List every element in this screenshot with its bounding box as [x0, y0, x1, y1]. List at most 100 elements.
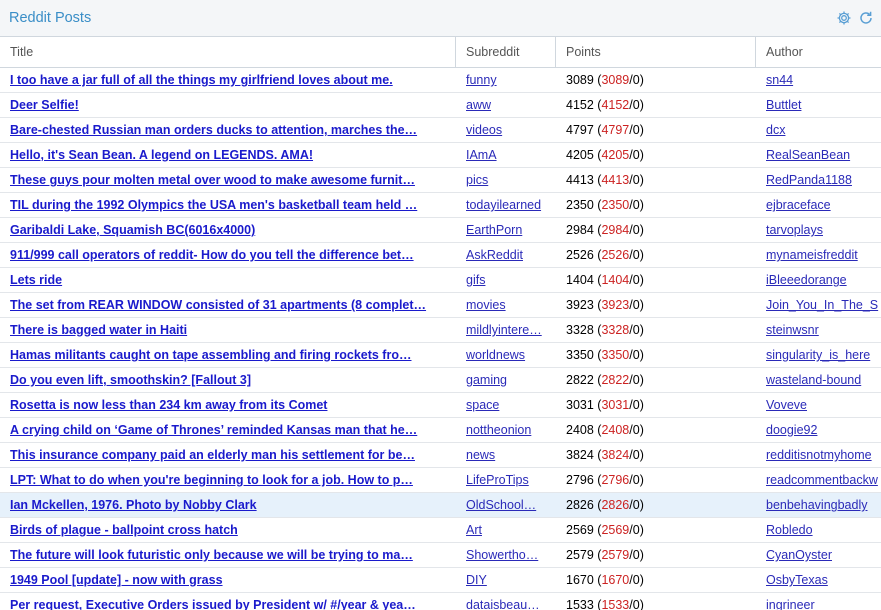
table-row[interactable]: Hamas militants caught on tape assemblin… — [0, 343, 881, 368]
table-row[interactable]: This insurance company paid an elderly m… — [0, 443, 881, 468]
subreddit-link[interactable]: videos — [466, 123, 502, 137]
author-cell: OsbyTexas — [756, 568, 881, 592]
column-header-subreddit[interactable]: Subreddit — [456, 37, 556, 67]
author-link[interactable]: sn44 — [766, 73, 793, 87]
table-row[interactable]: I too have a jar full of all the things … — [0, 68, 881, 93]
points-ups: 2796 — [601, 473, 630, 487]
post-title-link[interactable]: Do you even lift, smoothskin? [Fallout 3… — [10, 373, 251, 387]
subreddit-link[interactable]: space — [466, 398, 499, 412]
author-link[interactable]: redditisnotmyhome — [766, 448, 872, 462]
subreddit-link[interactable]: Art — [466, 523, 482, 537]
subreddit-link[interactable]: Showertho… — [466, 548, 538, 562]
author-link[interactable]: CyanOyster — [766, 548, 832, 562]
post-title-link[interactable]: Rosetta is now less than 234 km away fro… — [10, 398, 327, 412]
post-title-link[interactable]: Ian Mckellen, 1976. Photo by Nobby Clark — [10, 498, 257, 512]
subreddit-link[interactable]: OldSchool… — [466, 498, 536, 512]
author-link[interactable]: mynameisfreddit — [766, 248, 858, 262]
author-link[interactable]: wasteland-bound — [766, 373, 861, 387]
table-row[interactable]: A crying child on ‘Game of Thrones’ remi… — [0, 418, 881, 443]
subreddit-link[interactable]: gaming — [466, 373, 507, 387]
table-row[interactable]: There is bagged water in Haiti mildlyinte… — [0, 318, 881, 343]
author-cell: sn44 — [756, 68, 881, 92]
post-title-link[interactable]: 911/999 call operators of reddit- How do… — [10, 248, 414, 262]
table-row[interactable]: Ian Mckellen, 1976. Photo by Nobby Clark… — [0, 493, 881, 518]
post-title-link[interactable]: Hello, it's Sean Bean. A legend on LEGEN… — [10, 148, 313, 162]
post-title-link[interactable]: The future will look futuristic only bec… — [10, 548, 413, 562]
subreddit-link[interactable]: pics — [466, 173, 488, 187]
table-row[interactable]: Per request, Executive Orders issued by … — [0, 593, 881, 610]
author-link[interactable]: tarvoplays — [766, 223, 823, 237]
points-cell: 4205 (4205/0) — [566, 148, 644, 162]
author-link[interactable]: Buttlet — [766, 98, 801, 112]
post-title-link[interactable]: This insurance company paid an elderly m… — [10, 448, 415, 462]
post-title-link[interactable]: 1949 Pool [update] - now with grass — [10, 573, 223, 587]
table-row[interactable]: Birds of plague - ballpoint cross hatch A… — [0, 518, 881, 543]
author-link[interactable]: ejbraceface — [766, 198, 831, 212]
table-row[interactable]: Rosetta is now less than 234 km away fro… — [0, 393, 881, 418]
subreddit-link[interactable]: mildlyintere… — [466, 323, 542, 337]
post-title-link[interactable]: A crying child on ‘Game of Thrones’ remi… — [10, 423, 417, 437]
author-link[interactable]: readcommentbackw — [766, 473, 878, 487]
subreddit-link[interactable]: movies — [466, 298, 506, 312]
author-link[interactable]: singularity_is_here — [766, 348, 870, 362]
subreddit-link[interactable]: worldnews — [466, 348, 525, 362]
table-row[interactable]: Do you even lift, smoothskin? [Fallout 3… — [0, 368, 881, 393]
table-row[interactable]: The future will look futuristic only bec… — [0, 543, 881, 568]
subreddit-link[interactable]: DIY — [466, 573, 487, 587]
post-title-link[interactable]: These guys pour molten metal over wood t… — [10, 173, 415, 187]
subreddit-link[interactable]: todayilearned — [466, 198, 541, 212]
table-row[interactable]: Lets ride gifs 1404 (1404/0) iBleeedorange — [0, 268, 881, 293]
subreddit-link[interactable]: EarthPorn — [466, 223, 522, 237]
author-link[interactable]: doogie92 — [766, 423, 817, 437]
post-title-link[interactable]: The set from REAR WINDOW consisted of 31… — [10, 298, 426, 312]
author-link[interactable]: RedPanda1188 — [766, 173, 852, 187]
author-link[interactable]: dcx — [766, 123, 785, 137]
table-row[interactable]: These guys pour molten metal over wood t… — [0, 168, 881, 193]
post-title-link[interactable]: Hamas militants caught on tape assemblin… — [10, 348, 411, 362]
post-title-link[interactable]: Deer Selfie! — [10, 98, 79, 112]
table-row[interactable]: Garibaldi Lake, Squamish BC(6016x4000) Ea… — [0, 218, 881, 243]
table-row[interactable]: 911/999 call operators of reddit- How do… — [0, 243, 881, 268]
points-total: 4152 — [566, 98, 594, 112]
author-link[interactable]: benbehavingbadly — [766, 498, 867, 512]
post-title-link[interactable]: TIL during the 1992 Olympics the USA men… — [10, 198, 417, 212]
column-header-points[interactable]: Points — [556, 37, 756, 67]
subreddit-link[interactable]: nottheonion — [466, 423, 531, 437]
post-title-link[interactable]: LPT: What to do when you're beginning to… — [10, 473, 413, 487]
post-title-link[interactable]: Birds of plague - ballpoint cross hatch — [10, 523, 238, 537]
post-title-link[interactable]: There is bagged water in Haiti — [10, 323, 187, 337]
author-link[interactable]: iBleeedorange — [766, 273, 847, 287]
subreddit-link[interactable]: LifeProTips — [466, 473, 529, 487]
subreddit-link[interactable]: gifs — [466, 273, 485, 287]
table-row[interactable]: TIL during the 1992 Olympics the USA men… — [0, 193, 881, 218]
post-title-link[interactable]: Lets ride — [10, 273, 62, 287]
post-title-link[interactable]: Per request, Executive Orders issued by … — [10, 598, 416, 610]
post-title-link[interactable]: Bare-chested Russian man orders ducks to… — [10, 123, 417, 137]
column-header-author[interactable]: Author — [756, 37, 881, 67]
gear-icon[interactable] — [835, 9, 853, 27]
subreddit-link[interactable]: funny — [466, 73, 497, 87]
author-link[interactable]: Join_You_In_The_S — [766, 298, 878, 312]
table-row[interactable]: Deer Selfie! aww 4152 (4152/0) Buttlet — [0, 93, 881, 118]
post-title-link[interactable]: Garibaldi Lake, Squamish BC(6016x4000) — [10, 223, 255, 237]
author-link[interactable]: ingrineer — [766, 598, 815, 610]
post-title-link[interactable]: I too have a jar full of all the things … — [10, 73, 393, 87]
author-link[interactable]: OsbyTexas — [766, 573, 828, 587]
table-row[interactable]: 1949 Pool [update] - now with grass DIY 16… — [0, 568, 881, 593]
author-link[interactable]: steinwsnr — [766, 323, 819, 337]
author-link[interactable]: Robledo — [766, 523, 813, 537]
refresh-icon[interactable] — [857, 9, 875, 27]
table-row[interactable]: LPT: What to do when you're beginning to… — [0, 468, 881, 493]
author-link[interactable]: Voveve — [766, 398, 807, 412]
subreddit-link[interactable]: aww — [466, 98, 491, 112]
author-link[interactable]: RealSeanBean — [766, 148, 850, 162]
table-row[interactable]: Bare-chested Russian man orders ducks to… — [0, 118, 881, 143]
column-header-title[interactable]: Title — [0, 37, 456, 67]
points-ups: 4797 — [601, 123, 630, 137]
subreddit-link[interactable]: AskReddit — [466, 248, 523, 262]
subreddit-link[interactable]: news — [466, 448, 495, 462]
table-row[interactable]: The set from REAR WINDOW consisted of 31… — [0, 293, 881, 318]
subreddit-link[interactable]: IAmA — [466, 148, 497, 162]
subreddit-link[interactable]: dataisbeau… — [466, 598, 540, 610]
table-row[interactable]: Hello, it's Sean Bean. A legend on LEGEN… — [0, 143, 881, 168]
